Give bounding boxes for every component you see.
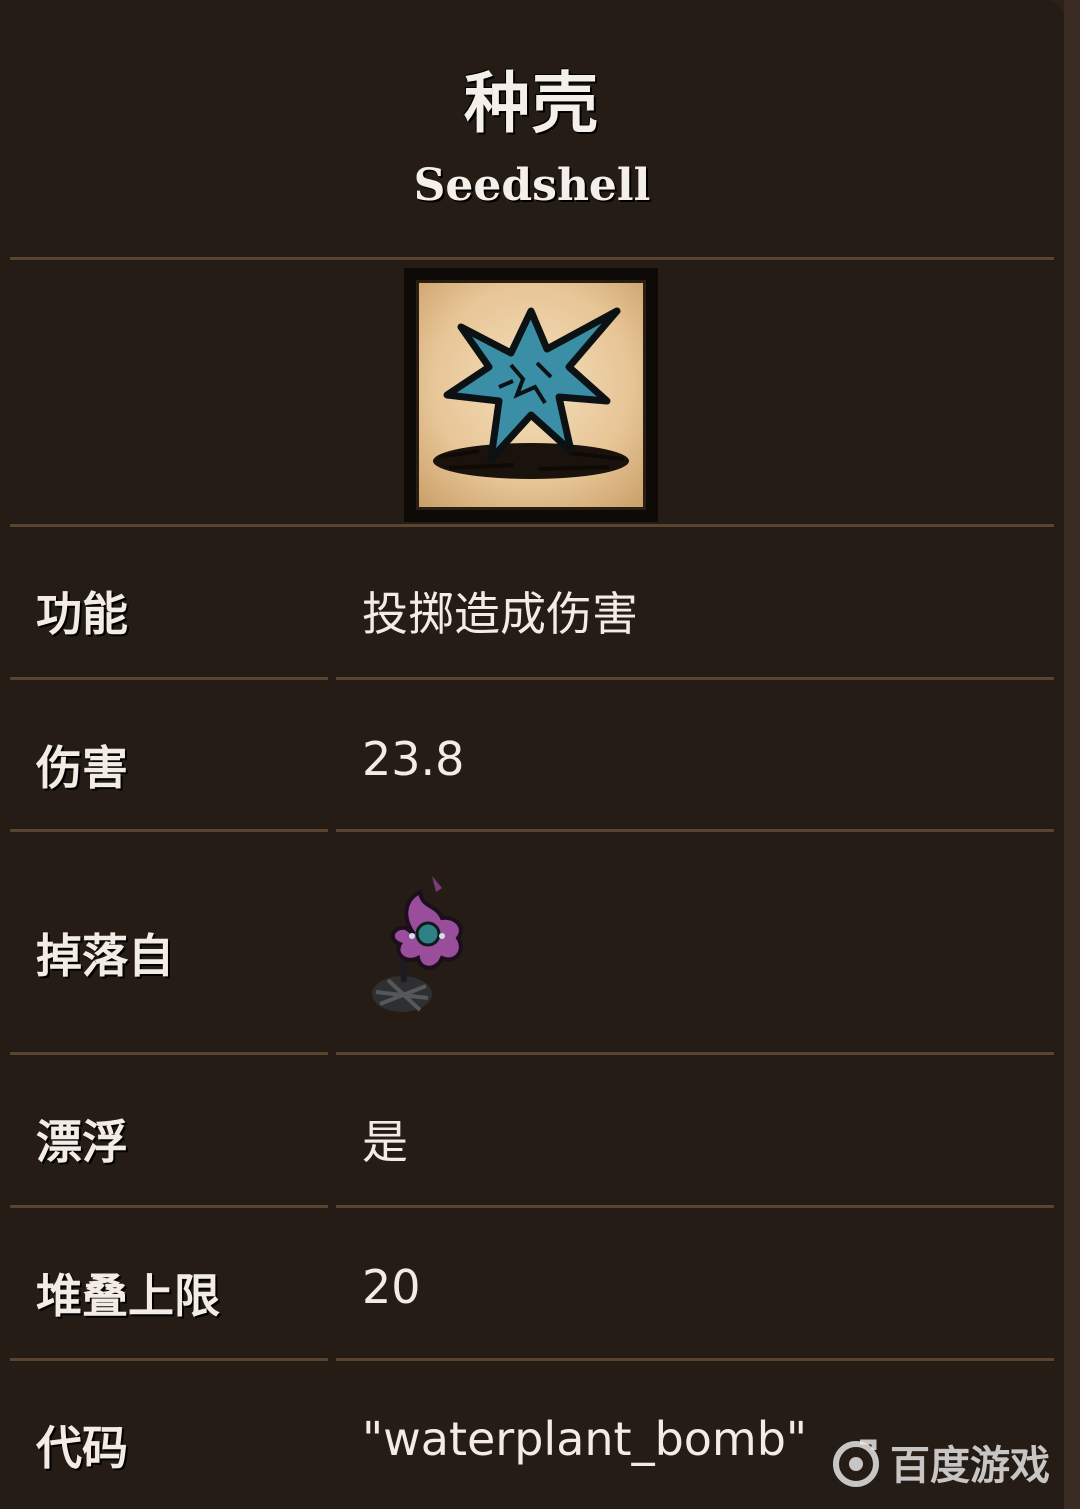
row-value-code: "waterplant_bomb" bbox=[362, 1412, 808, 1466]
divider bbox=[10, 1205, 328, 1208]
divider bbox=[10, 1358, 328, 1361]
row-value-damage: 23.8 bbox=[362, 732, 465, 786]
item-subtitle: Seedshell bbox=[413, 160, 651, 211]
page-edge bbox=[1064, 0, 1080, 1509]
divider bbox=[10, 524, 1054, 527]
row-label-damage: 伤害 bbox=[36, 741, 128, 795]
baidu-game-logo-icon bbox=[833, 1439, 879, 1487]
row-label-floats: 漂浮 bbox=[36, 1115, 128, 1169]
row-label-stack-limit: 堆叠上限 bbox=[36, 1269, 220, 1323]
item-image bbox=[416, 280, 646, 510]
row-label-function: 功能 bbox=[36, 587, 128, 641]
row-label-code: 代码 bbox=[36, 1421, 128, 1475]
ground-shadow bbox=[433, 443, 629, 479]
row-value-dropped-by bbox=[362, 874, 472, 1024]
item-title: 种壳 bbox=[464, 65, 600, 142]
divider bbox=[336, 1358, 1054, 1361]
divider bbox=[10, 829, 328, 832]
seedshell-icon bbox=[433, 307, 629, 479]
watermark-text: 百度游戏 bbox=[890, 1443, 1050, 1489]
divider bbox=[336, 1052, 1054, 1055]
row-value-function: 投掷造成伤害 bbox=[362, 587, 638, 641]
divider bbox=[10, 677, 328, 680]
divider bbox=[10, 1052, 328, 1055]
item-image-frame bbox=[404, 268, 658, 522]
row-value-stack-limit: 20 bbox=[362, 1260, 421, 1314]
divider bbox=[336, 829, 1054, 832]
water-plant-icon[interactable] bbox=[362, 874, 472, 1024]
row-label-dropped-by: 掉落自 bbox=[36, 929, 174, 983]
divider bbox=[336, 1205, 1054, 1208]
divider bbox=[336, 677, 1054, 680]
row-value-floats: 是 bbox=[362, 1115, 408, 1169]
watermark: 百度游戏 bbox=[830, 1432, 1050, 1492]
divider bbox=[10, 257, 1054, 260]
